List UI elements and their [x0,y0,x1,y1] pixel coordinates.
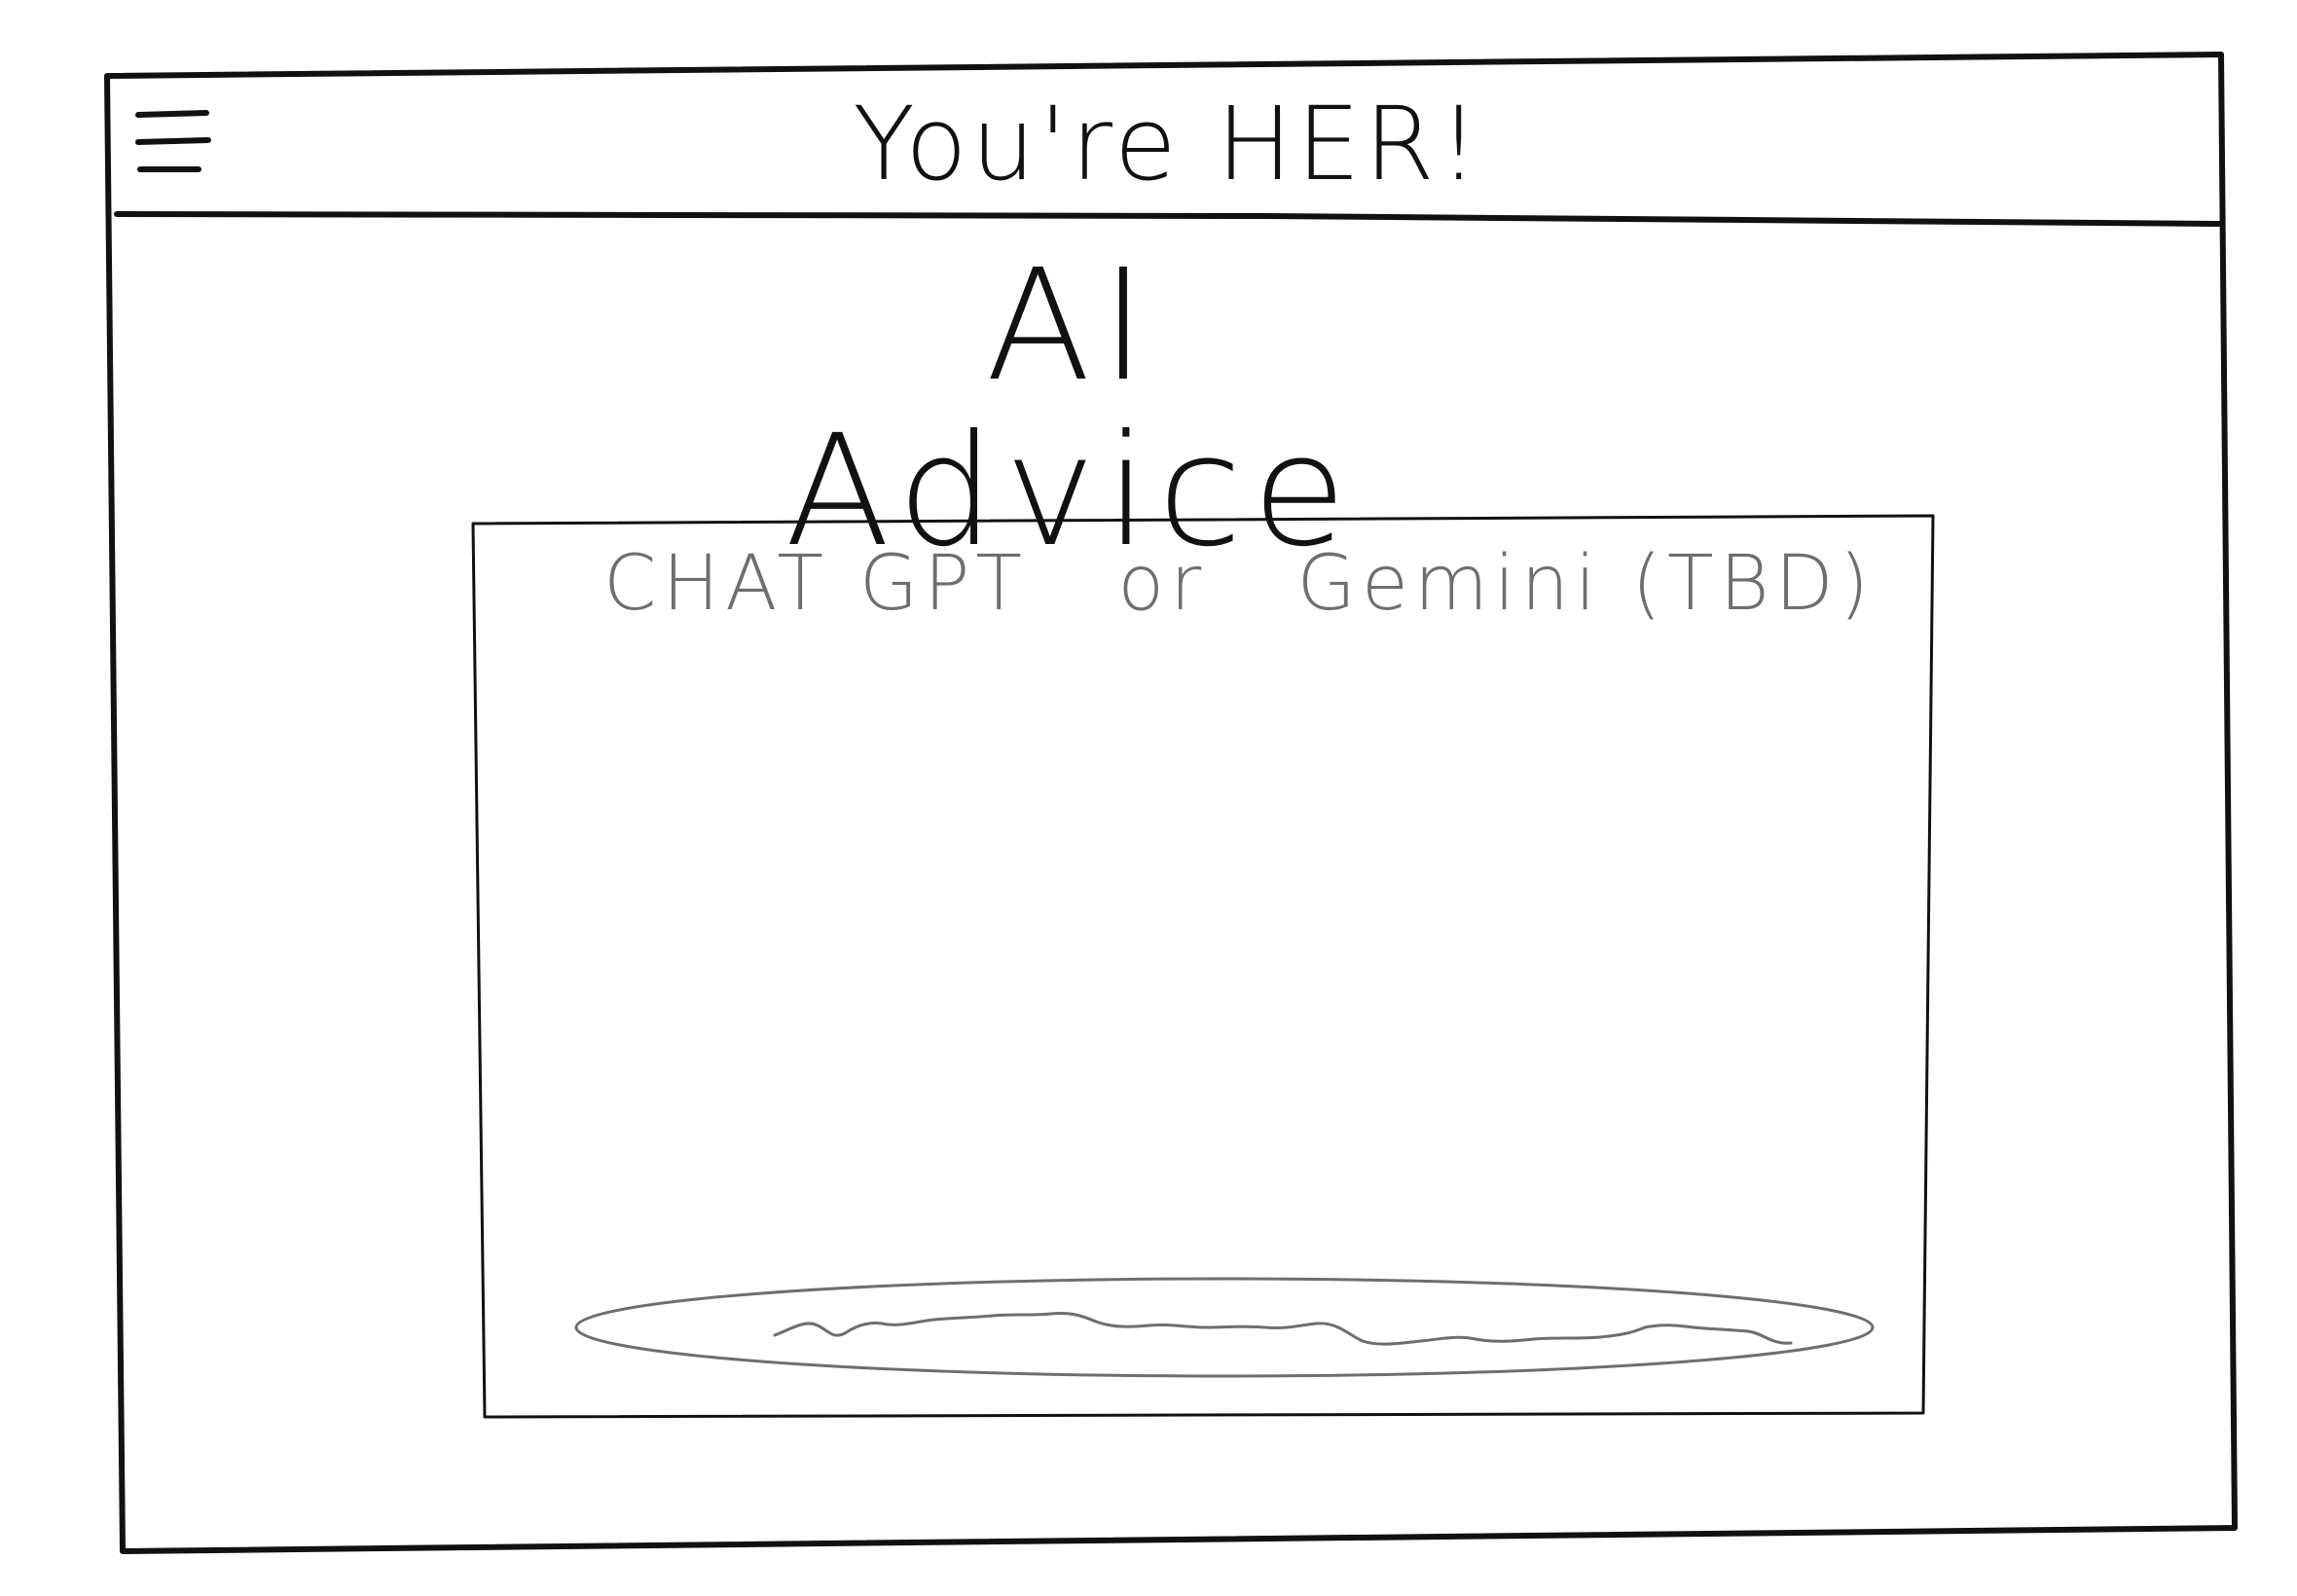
hamburger-menu-icon [135,110,211,172]
app-window: You're HER! AI Advice CHAT GPT or Gemini… [0,0,2297,1596]
app-title: You're HER! [853,85,1483,203]
header-divider [114,211,2222,227]
chat-input[interactable] [576,1281,1873,1378]
ai-chat-panel [473,516,1929,1411]
chat-provider-label: CHAT GPT or Gemini (TBD) [603,540,1876,628]
hamburger-menu-button[interactable] [125,97,222,191]
